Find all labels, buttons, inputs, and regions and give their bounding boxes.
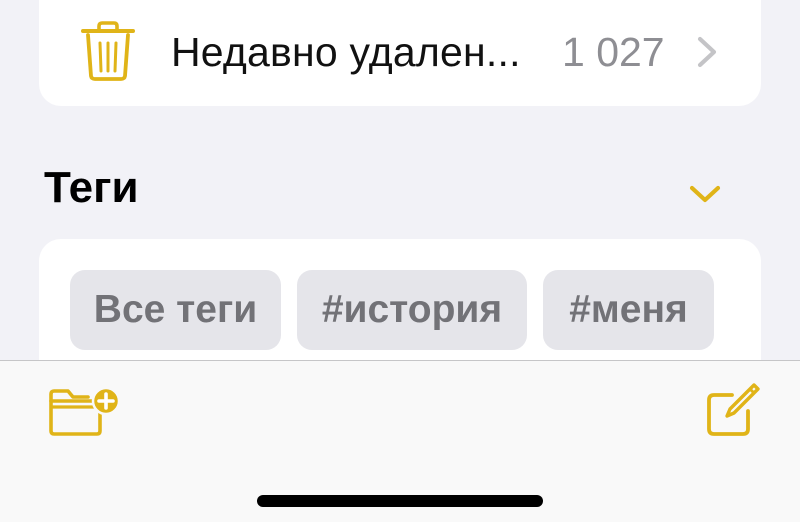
tag-chip-me[interactable]: #меня <box>543 270 714 350</box>
recently-deleted-label: Недавно удален... <box>171 29 521 75</box>
chevron-right-icon <box>697 36 717 68</box>
new-folder-button[interactable] <box>44 383 121 441</box>
tag-chip-history[interactable]: #история <box>297 270 527 350</box>
tag-chip-all[interactable]: Все теги <box>70 270 281 350</box>
chevron-down-icon <box>689 185 721 203</box>
tags-section-title: Теги <box>44 163 139 212</box>
recently-deleted-count: 1 027 <box>562 29 665 75</box>
trash-icon <box>81 21 135 81</box>
home-indicator <box>257 495 543 507</box>
bottom-toolbar <box>0 360 800 522</box>
folder-plus-icon <box>49 386 121 436</box>
compose-icon <box>707 383 760 436</box>
tags-collapse-toggle[interactable] <box>680 172 728 212</box>
compose-button[interactable] <box>700 381 764 441</box>
